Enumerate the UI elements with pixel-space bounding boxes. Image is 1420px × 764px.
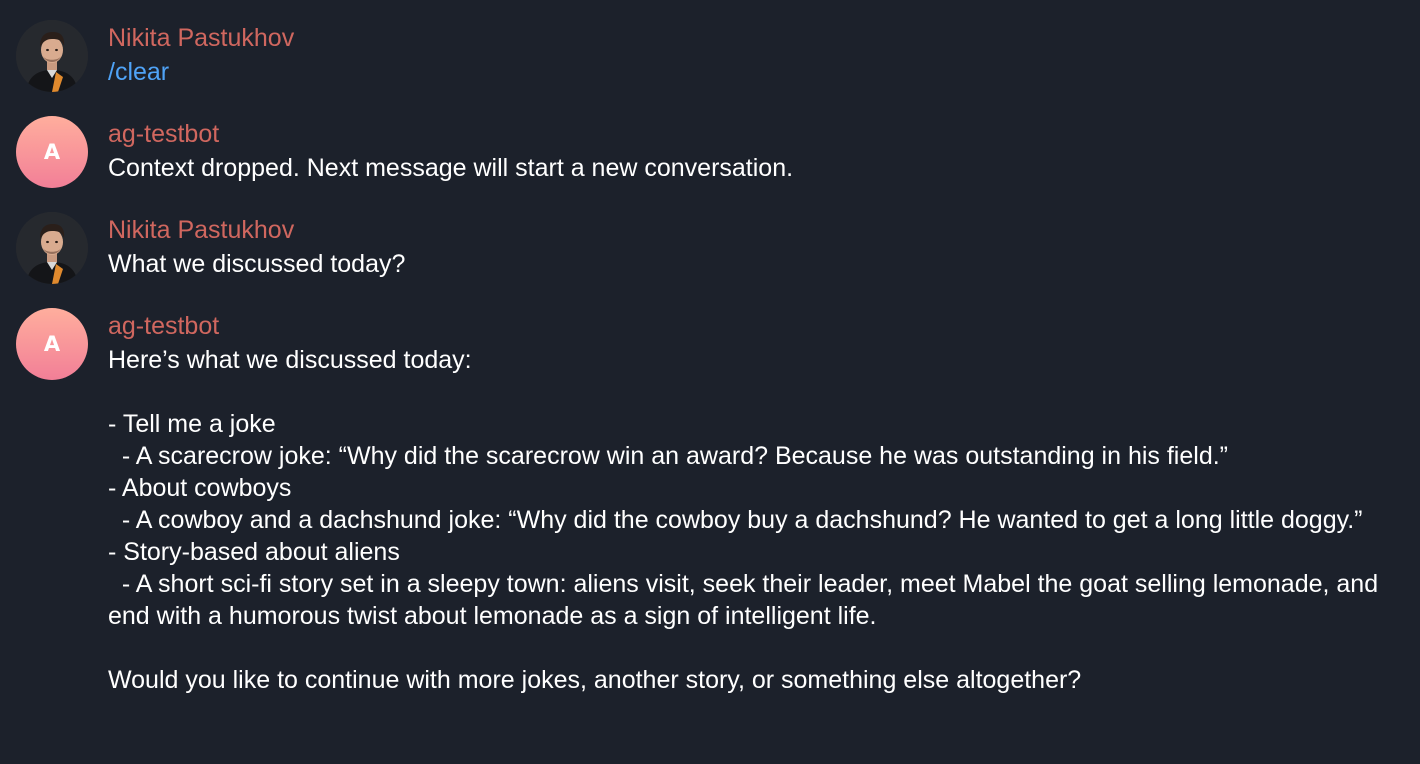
user-avatar[interactable] [16, 212, 88, 284]
author-name[interactable]: ag-testbot [108, 308, 1408, 344]
user-photo-icon [16, 212, 88, 284]
message-content: Nikita Pastukhov What we discussed today… [108, 212, 1408, 280]
bot-avatar[interactable]: A [16, 116, 88, 188]
author-name[interactable]: Nikita Pastukhov [108, 212, 1408, 248]
user-avatar[interactable] [16, 20, 88, 92]
user-photo-icon [16, 20, 88, 92]
avatar-letter: A [43, 332, 61, 356]
bot-avatar[interactable]: A [16, 308, 88, 380]
message-content: ag-testbot Here’s what we discussed toda… [108, 308, 1408, 696]
message-text: Context dropped. Next message will start… [108, 154, 794, 182]
message-text: What we discussed today? [108, 250, 406, 278]
avatar-letter: A [43, 140, 61, 164]
message-content: Nikita Pastukhov /clear [108, 20, 1408, 88]
message-text: Here’s what we discussed today: - Tell m… [108, 346, 1379, 694]
author-name[interactable]: ag-testbot [108, 116, 1408, 152]
command-link[interactable]: /clear [108, 56, 1408, 88]
author-name[interactable]: Nikita Pastukhov [108, 20, 1408, 56]
message-content: ag-testbot Context dropped. Next message… [108, 116, 1408, 184]
